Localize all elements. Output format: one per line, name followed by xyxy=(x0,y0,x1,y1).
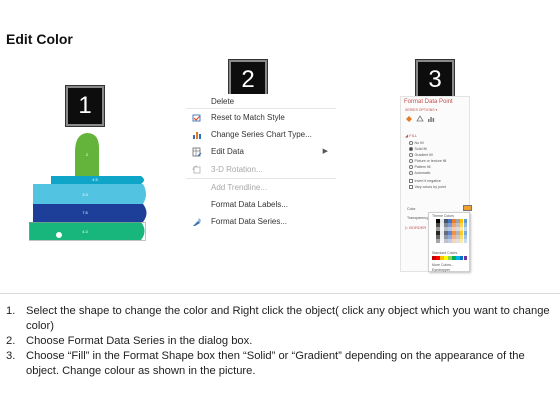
menu-item-format-data-labels[interactable]: Format Data Labels... xyxy=(186,196,336,214)
menu-item-label: Reset to Match Style xyxy=(211,112,285,122)
menu-item-label: 3-D Rotation... xyxy=(211,164,263,174)
menu-item-edit-data[interactable]: Edit Data ▶ xyxy=(186,143,336,161)
radio-icon xyxy=(409,159,413,163)
menu-item-reset-to-match-style[interactable]: Reset to Match Style xyxy=(186,108,336,126)
step-text: Choose “Fill” in the Format Shape box th… xyxy=(26,350,525,377)
pane-tabs xyxy=(405,115,445,124)
thumbs-up-graphic[interactable]: 2 4.5 3.3 7.5 4.3 xyxy=(29,128,149,250)
series-options-dropdown[interactable]: SERIES OPTIONS ▾ xyxy=(405,108,437,112)
step-number-badge: 3 xyxy=(416,60,454,100)
color-label: Color xyxy=(407,207,416,211)
submenu-arrow-icon: ▶ xyxy=(322,148,328,155)
thumb-band-3[interactable] xyxy=(33,204,147,222)
divider xyxy=(0,293,560,294)
format-series-icon xyxy=(192,217,202,227)
option-label: Vary colors by point xyxy=(414,185,446,189)
radio-solid-fill[interactable]: Solid fill xyxy=(409,147,427,151)
menu-item-label: Delete xyxy=(211,96,235,106)
option-label: Invert if negative xyxy=(414,179,441,183)
checkbox-icon xyxy=(409,179,413,183)
reset-style-icon xyxy=(192,113,202,123)
menu-item-add-trendline[interactable]: Add Trendline... xyxy=(186,178,336,196)
data-label: 4.5 xyxy=(92,177,98,182)
selection-handle[interactable] xyxy=(56,232,62,238)
radio-icon xyxy=(409,141,413,145)
data-label: 7.5 xyxy=(82,210,88,215)
instruction-item: 1. Select the shape to change the color a… xyxy=(6,304,556,334)
option-label: Solid fill xyxy=(414,147,427,151)
menu-item-3d-rotation[interactable]: 3-D Rotation... xyxy=(186,161,336,179)
color-palette-dropdown: Theme Colors Standard Colors More Colors… xyxy=(428,212,470,272)
pane-title: Format Data Point xyxy=(404,99,453,105)
radio-pattern-fill[interactable]: Pattern fill xyxy=(409,165,430,169)
edit-data-icon xyxy=(192,147,202,157)
checkbox-vary-colors[interactable]: Vary colors by point xyxy=(409,185,446,189)
radio-icon xyxy=(409,153,413,157)
page-title: Edit Color xyxy=(6,31,73,47)
more-colors-link[interactable]: More Colors... xyxy=(432,263,454,267)
menu-item-label: Format Data Series... xyxy=(211,217,288,227)
step-text: Select the shape to change the color and… xyxy=(26,305,550,332)
step-text: Choose Format Data Series in the dialog … xyxy=(26,335,253,347)
option-label: Picture or texture fill xyxy=(414,159,447,163)
radio-icon xyxy=(409,171,413,175)
fill-line-tab-icon[interactable] xyxy=(405,115,413,123)
option-label: Gradient fill xyxy=(414,153,433,157)
step-number: 2. xyxy=(6,335,16,347)
step-number-badge: 1 xyxy=(66,86,104,126)
menu-item-label: Edit Data xyxy=(211,147,244,157)
menu-item-label: Format Data Labels... xyxy=(211,199,288,209)
radio-gradient-fill[interactable]: Gradient fill xyxy=(409,153,433,157)
fill-color-button[interactable] xyxy=(463,205,472,211)
effects-tab-icon[interactable] xyxy=(416,115,424,123)
transparency-label: Transparency xyxy=(407,216,429,220)
data-label: 4.3 xyxy=(82,229,88,234)
checkbox-icon xyxy=(409,185,413,189)
radio-no-fill[interactable]: No fill xyxy=(409,141,424,145)
step-number: 3. xyxy=(6,350,16,362)
thumbs-up-chart[interactable]: 2 4.5 3.3 7.5 4.3 xyxy=(29,128,149,250)
rotation-icon xyxy=(192,165,202,175)
radio-icon xyxy=(409,165,413,169)
radio-icon xyxy=(409,147,413,151)
standard-colors-label: Standard Colors xyxy=(432,251,458,255)
theme-colors-label: Theme Colors xyxy=(432,214,454,218)
instruction-list: 1. Select the shape to change the color a… xyxy=(6,304,556,379)
eyedropper-link[interactable]: Eyedropper xyxy=(432,268,450,272)
option-label: No fill xyxy=(414,141,424,145)
menu-item-label: Add Trendline... xyxy=(211,182,268,192)
thumb-band-2[interactable] xyxy=(33,184,146,204)
checkbox-invert-if-negative[interactable]: Invert if negative xyxy=(409,179,441,183)
option-label: Automatic xyxy=(414,171,431,175)
radio-picture-fill[interactable]: Picture or texture fill xyxy=(409,159,446,163)
instruction-item: 3. Choose “Fill” in the Format Shape box … xyxy=(6,349,556,379)
menu-item-delete[interactable]: Delete xyxy=(186,94,336,108)
color-swatch[interactable] xyxy=(463,238,468,243)
option-label: Pattern fill xyxy=(414,165,431,169)
standard-color-row xyxy=(432,256,468,260)
radio-automatic[interactable]: Automatic xyxy=(409,171,430,175)
instruction-item: 2. Choose Format Data Series in the dialo… xyxy=(6,334,556,349)
theme-color-grid xyxy=(432,219,468,243)
fill-section-header[interactable]: ◢ FILL xyxy=(405,133,417,138)
menu-item-change-series-chart-type[interactable]: Change Series Chart Type... xyxy=(186,126,336,144)
menu-item-format-data-series[interactable]: Format Data Series... xyxy=(186,213,336,231)
color-swatch[interactable] xyxy=(463,256,468,260)
data-label: 3.3 xyxy=(82,192,88,197)
series-options-tab-icon[interactable] xyxy=(427,115,435,123)
chart-type-icon xyxy=(192,130,202,140)
menu-item-label: Change Series Chart Type... xyxy=(211,129,312,139)
step-number: 1. xyxy=(6,305,16,317)
context-menu: Delete Reset to Match Style Change Serie… xyxy=(186,94,336,242)
border-section-header[interactable]: ▷ BORDER xyxy=(405,225,426,230)
